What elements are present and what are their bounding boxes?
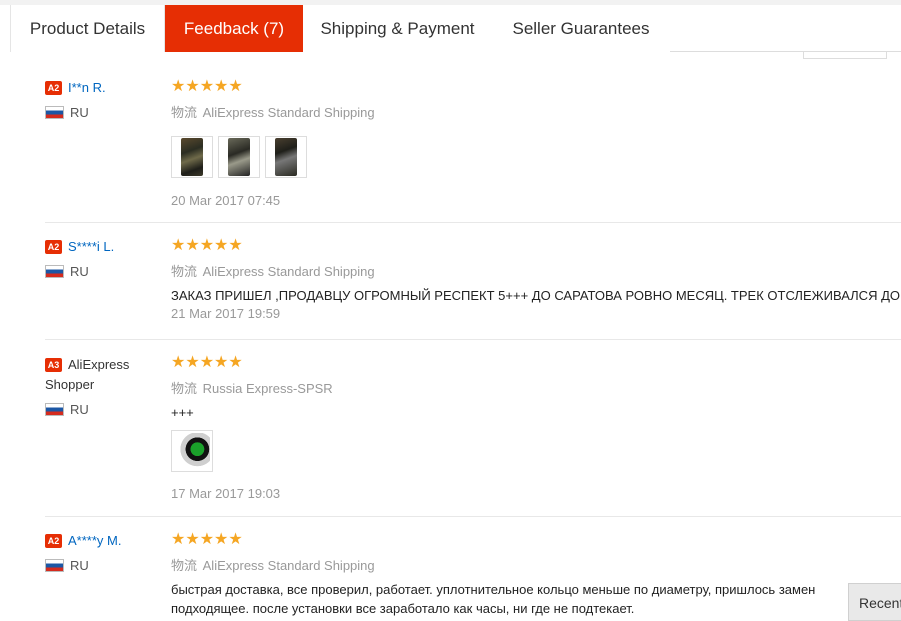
buyer-level-badge: A2 (45, 80, 62, 95)
feedback-text: ЗАКАЗ ПРИШЕЛ ,ПРОДАВЦУ ОГРОМНЫЙ РЕСПЕКТ … (171, 288, 901, 303)
buyer-level-badge: A3 (45, 357, 62, 372)
russia-flag-icon (45, 106, 64, 119)
shipping-label: 物流 (171, 105, 198, 120)
buyer-name[interactable]: S****i L. (68, 239, 114, 254)
shipping-method-name: AliExpress Standard Shipping (202, 105, 375, 120)
tab-feedback[interactable]: Feedback (7) (165, 5, 303, 52)
photo-image (181, 138, 203, 176)
photo-image (275, 138, 297, 176)
star-rating: ★★★★★ (171, 237, 243, 254)
buyer-level-badge: A2 (45, 239, 62, 254)
feedback-content: ★★★★★ 物流 Russia Express-SPSR +++ 17 Mar … (171, 355, 901, 501)
shipping-method-name: AliExpress Standard Shipping (202, 558, 375, 573)
recent-viewed-tab[interactable]: Recent (848, 583, 901, 621)
shipping-method: 物流 AliExpress Standard Shipping (171, 261, 901, 280)
feedback-user: A2 S****i L. RU (45, 238, 165, 279)
shipping-method: 物流 AliExpress Standard Shipping (171, 102, 901, 121)
star-rating: ★★★★★ (171, 531, 243, 548)
photo-thumbnail[interactable] (265, 136, 307, 178)
feedback-user: A3 AliExpress Shopper RU (45, 355, 165, 417)
country-code: RU (70, 264, 89, 279)
shipping-label: 物流 (171, 381, 198, 396)
photo-image (228, 138, 250, 176)
shipping-label: 物流 (171, 558, 198, 573)
russia-flag-icon (45, 559, 64, 572)
country-code: RU (70, 105, 89, 120)
shipping-method: 物流 Russia Express-SPSR (171, 378, 901, 397)
feedback-content: ★★★★★ 物流 AliExpress Standard Shipping 20… (171, 79, 901, 208)
photo-thumbnail[interactable] (218, 136, 260, 178)
feedback-list: A2 I**n R. RU ★★★★★ 物流 AliExpress Standar… (45, 66, 901, 621)
shipping-method-name: Russia Express-SPSR (202, 381, 333, 396)
buyer-country: RU (45, 558, 165, 573)
buyer-level-badge: A2 (45, 533, 62, 548)
feedback-item: A3 AliExpress Shopper RU ★★★★★ 物流 Russia … (45, 340, 901, 517)
feedback-content: ★★★★★ 物流 AliExpress Standard Shipping ЗА… (171, 237, 901, 322)
country-code: RU (70, 401, 89, 417)
photo-image (174, 433, 210, 469)
feedback-date: 21 Mar 2017 19:59 (171, 306, 281, 321)
feedback-user: A2 I**n R. RU (45, 79, 165, 120)
sort-select-edge[interactable] (803, 52, 887, 59)
buyer-name[interactable]: A****y M. (68, 533, 121, 548)
shipping-method-name: AliExpress Standard Shipping (202, 264, 375, 279)
feedback-text: быстрая доставка, все проверил, работает… (171, 582, 816, 616)
feedback-text: +++ (171, 405, 194, 420)
feedback-user: A2 A****y M. RU (45, 532, 165, 573)
russia-flag-icon (45, 265, 64, 278)
photo-thumbnail[interactable] (171, 136, 213, 178)
product-tabs: Product Details Feedback (7) Shipping & … (10, 5, 901, 52)
feedback-item: A2 S****i L. RU ★★★★★ 物流 AliExpress Stand… (45, 223, 901, 340)
tab-product-details[interactable]: Product Details (10, 5, 165, 52)
buyer-country: RU (45, 264, 165, 279)
feedback-content: ★★★★★ 物流 AliExpress Standard Shipping бы… (171, 532, 901, 618)
tab-seller-guarantees[interactable]: Seller Guarantees (492, 5, 670, 52)
buyer-country: RU (45, 105, 165, 120)
photo-thumbnail[interactable] (171, 430, 213, 472)
tab-shipping-payment[interactable]: Shipping & Payment (303, 5, 492, 52)
photo-thumbnails (171, 136, 901, 178)
feedback-date: 20 Mar 2017 07:45 (171, 193, 281, 208)
photo-thumbnails (171, 430, 901, 472)
country-code: RU (70, 558, 89, 573)
star-rating: ★★★★★ (171, 354, 243, 371)
buyer-country: RU (45, 402, 165, 417)
feedback-item: A2 I**n R. RU ★★★★★ 物流 AliExpress Standar… (45, 66, 901, 223)
star-rating: ★★★★★ (171, 78, 243, 95)
shipping-method: 物流 AliExpress Standard Shipping (171, 555, 901, 574)
russia-flag-icon (45, 402, 64, 416)
shipping-label: 物流 (171, 264, 198, 279)
feedback-date: 17 Mar 2017 19:03 (171, 486, 281, 501)
buyer-name[interactable]: I**n R. (68, 80, 106, 95)
feedback-item: A2 A****y M. RU ★★★★★ 物流 AliExpress Stand… (45, 517, 901, 621)
